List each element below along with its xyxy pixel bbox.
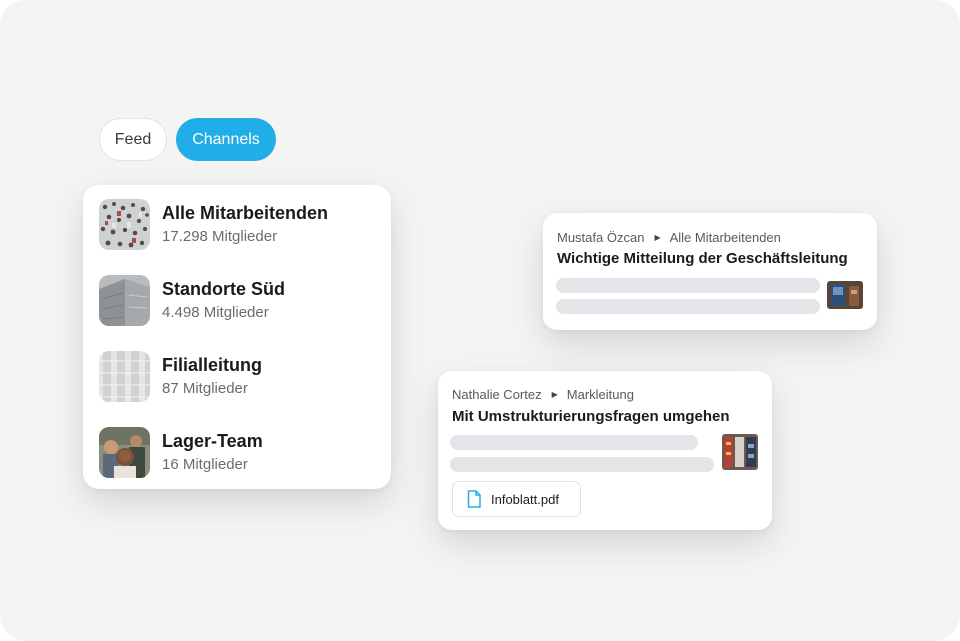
channel-thumbnail	[99, 350, 150, 402]
channel-name: Lager-Team	[162, 430, 263, 451]
post-card[interactable]: Nathalie Cortez ▶ Markleitung Mit Umstru…	[438, 371, 772, 530]
post-author[interactable]: Nathalie Cortez	[452, 387, 542, 402]
attachment-file[interactable]: Infoblatt.pdf	[452, 481, 581, 517]
channel-member-count: 87 Mitglieder	[162, 379, 248, 397]
channel-name: Filialleitung	[162, 354, 263, 375]
post-breadcrumb: Mustafa Özcan ▶ Alle Mitarbeitenden	[557, 230, 781, 245]
channel-item-standorte-sued[interactable]: Standorte Süd 4.498 Mitglieder	[99, 274, 379, 326]
channel-list: Alle Mitarbeitenden 17.298 Mitglieder St…	[83, 185, 391, 489]
attachment-filename: Infoblatt.pdf	[491, 491, 559, 507]
file-icon	[467, 490, 481, 508]
channel-name: Alle Mitarbeitenden	[162, 202, 329, 223]
tab-channels[interactable]: Channels	[176, 118, 276, 161]
post-title: Mit Umstrukturierungsfragen umgehen	[452, 408, 730, 425]
channel-thumbnail	[99, 426, 150, 478]
text-placeholder-bar	[450, 435, 698, 450]
post-title: Wichtige Mitteilung der Geschäftsleitung	[557, 250, 848, 267]
caret-right-icon: ▶	[551, 390, 558, 399]
post-channel[interactable]: Alle Mitarbeitenden	[670, 230, 781, 245]
channel-thumbnail	[99, 274, 150, 326]
canvas: Feed Channels Alle Mitarbeitenden 17.298…	[0, 0, 960, 641]
caret-right-icon: ▶	[654, 233, 661, 242]
channel-thumbnail	[99, 198, 150, 250]
post-channel[interactable]: Markleitung	[567, 387, 634, 402]
post-image[interactable]	[827, 281, 863, 309]
tab-feed[interactable]: Feed	[99, 118, 167, 161]
text-placeholder-bar	[556, 278, 820, 293]
channel-member-count: 16 Mitglieder	[162, 455, 248, 473]
channel-name: Standorte Süd	[162, 278, 286, 299]
post-author[interactable]: Mustafa Özcan	[557, 230, 644, 245]
post-card[interactable]: Mustafa Özcan ▶ Alle Mitarbeitenden Wich…	[543, 213, 877, 330]
channel-member-count: 4.498 Mitglieder	[162, 303, 269, 321]
text-placeholder-bar	[556, 299, 820, 314]
post-image[interactable]	[722, 434, 758, 470]
channel-item-filialleitung[interactable]: Filialleitung 87 Mitglieder	[99, 350, 379, 402]
tab-bar: Feed Channels	[99, 118, 276, 161]
channel-member-count: 17.298 Mitglieder	[162, 227, 278, 245]
text-placeholder-bar	[450, 457, 714, 472]
channel-item-alle-mitarbeitenden[interactable]: Alle Mitarbeitenden 17.298 Mitglieder	[99, 198, 379, 250]
post-breadcrumb: Nathalie Cortez ▶ Markleitung	[452, 387, 634, 402]
channel-item-lager-team[interactable]: Lager-Team 16 Mitglieder	[99, 426, 379, 478]
